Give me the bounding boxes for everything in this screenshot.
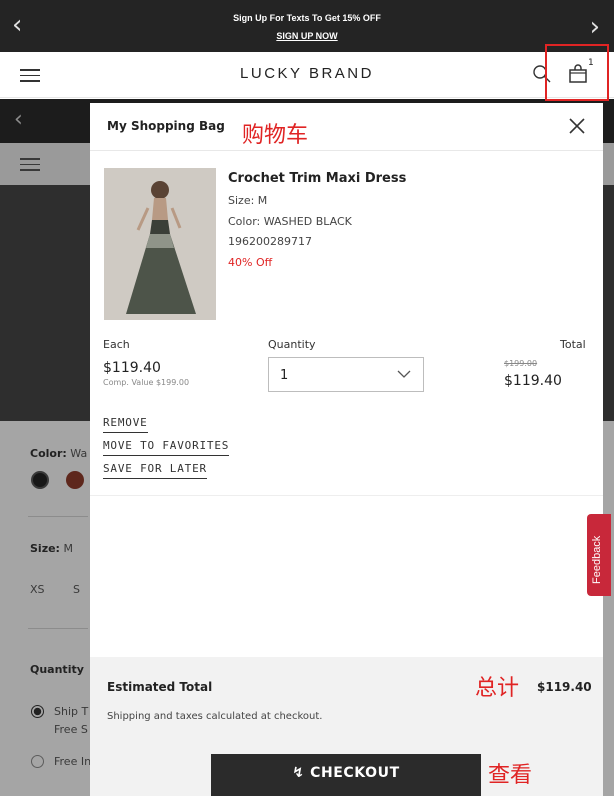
product-size: Size: M	[228, 194, 268, 207]
product-image[interactable]	[104, 168, 216, 320]
divider	[90, 495, 603, 496]
estimated-total-label: Estimated Total	[107, 680, 213, 694]
checkout-button[interactable]: ↯ CHECKOUT	[211, 754, 481, 796]
product-discount: 40% Off	[228, 256, 273, 269]
quantity-select[interactable]: 1	[268, 357, 424, 392]
estimated-total-value: $119.40	[537, 680, 592, 694]
dress-illustration	[104, 168, 216, 320]
quantity-label: Quantity	[268, 338, 316, 351]
move-to-favorites-link[interactable]: MOVE TO FAVORITES	[103, 439, 230, 456]
original-total: $199.00	[504, 359, 538, 368]
feedback-tab-label: Feedback	[591, 535, 603, 584]
promo-next-arrow-icon[interactable]: ›	[590, 14, 600, 40]
comp-value: Comp. Value $199.00	[103, 378, 190, 387]
drawer-header: My Shopping Bag 购物车	[90, 103, 603, 151]
save-for-later-link[interactable]: SAVE FOR LATER	[103, 462, 207, 479]
order-summary: Estimated Total 总计 $119.40 Shipping and …	[90, 657, 603, 796]
site-header: LUCKY BRAND 1	[0, 52, 614, 98]
checkout-button-label: ↯ CHECKOUT	[292, 765, 400, 781]
promo-signup-link[interactable]: SIGN UP NOW	[0, 31, 614, 41]
product-name[interactable]: Crochet Trim Maxi Dress	[228, 171, 406, 186]
each-price: $119.40	[103, 360, 161, 376]
product-color: Color: WASHED BLACK	[228, 215, 352, 228]
feedback-tab[interactable]: Feedback	[587, 514, 611, 596]
checkout-annotation: 查看	[488, 763, 533, 788]
chevron-down-icon	[397, 370, 411, 378]
title-annotation: 购物车	[242, 123, 309, 148]
brand-logo[interactable]: LUCKY BRAND	[0, 65, 614, 82]
total-label: Total	[560, 338, 586, 351]
each-label: Each	[103, 338, 130, 351]
quantity-value: 1	[280, 368, 289, 383]
drawer-title: My Shopping Bag	[107, 119, 225, 133]
promo-banner: ‹ Sign Up For Texts To Get 15% OFF SIGN …	[0, 0, 614, 52]
line-total: $119.40	[504, 373, 562, 389]
remove-link[interactable]: REMOVE	[103, 416, 148, 433]
shipping-note: Shipping and taxes calculated at checkou…	[107, 711, 323, 722]
total-annotation: 总计	[475, 676, 520, 701]
product-sku: 196200289717	[228, 235, 312, 248]
shopping-bag-drawer: My Shopping Bag 购物车 Crochet Trim Maxi Dr…	[90, 103, 603, 796]
bag-highlight-annotation	[545, 44, 609, 101]
lightning-icon: ↯	[292, 765, 305, 781]
close-icon[interactable]	[566, 115, 588, 137]
promo-message: Sign Up For Texts To Get 15% OFF	[233, 13, 381, 23]
